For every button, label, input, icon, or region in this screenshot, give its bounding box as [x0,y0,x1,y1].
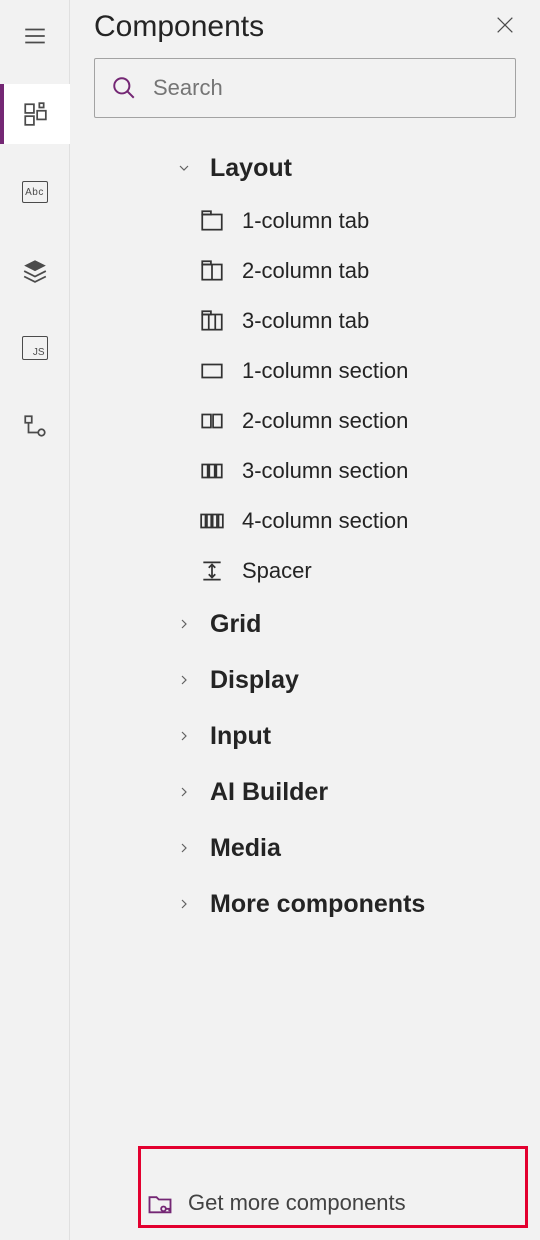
left-nav-rail: Abc JS [0,0,70,1240]
chevron-right-icon [174,838,194,858]
nav-js-button[interactable]: JS [0,318,70,378]
group-label: Grid [210,610,261,639]
two-column-section-icon [198,407,226,435]
three-column-tab-icon [198,307,226,335]
chevron-down-icon [174,158,194,178]
group-label: Display [210,666,299,695]
item-label: 3-column tab [242,308,369,334]
group-grid[interactable]: Grid [88,596,522,652]
layers-icon [22,257,48,283]
group-label: Media [210,834,281,863]
one-column-section-icon [198,357,226,385]
panel-footer: Get more components [70,1166,540,1240]
item-4-column-section[interactable]: 4-column section [88,496,522,546]
item-label: 2-column section [242,408,408,434]
chevron-right-icon [174,670,194,690]
nav-text-button[interactable]: Abc [0,162,70,222]
item-label: 1-column tab [242,208,369,234]
item-2-column-tab[interactable]: 2-column tab [88,246,522,296]
four-column-section-icon [198,507,226,535]
item-1-column-tab[interactable]: 1-column tab [88,196,522,246]
components-icon [22,101,48,127]
panel-title: Components [94,10,264,44]
group-label: AI Builder [210,778,328,807]
footer-label: Get more components [188,1190,406,1216]
chevron-right-icon [174,726,194,746]
spacer-icon [198,557,226,585]
group-label: More components [210,890,425,919]
item-label: 1-column section [242,358,408,384]
close-icon [494,14,516,36]
group-layout[interactable]: Layout [88,140,522,196]
close-panel-button[interactable] [494,14,516,41]
item-2-column-section[interactable]: 2-column section [88,396,522,446]
group-label: Input [210,722,271,751]
three-column-section-icon [198,457,226,485]
component-tree: Layout 1-column tab 2-column tab 3-colum… [70,136,540,1166]
search-input[interactable] [151,74,499,102]
group-label: Layout [210,154,292,183]
folder-key-icon [146,1189,174,1217]
item-spacer[interactable]: Spacer [88,546,522,596]
nav-components-button[interactable] [0,84,70,144]
components-panel: Components Layout 1 [70,0,540,1240]
chevron-right-icon [174,782,194,802]
group-input[interactable]: Input [88,708,522,764]
js-icon: JS [22,336,48,360]
search-icon [111,75,137,101]
tree-icon [22,413,48,439]
item-3-column-tab[interactable]: 3-column tab [88,296,522,346]
chevron-right-icon [174,614,194,634]
two-column-tab-icon [198,257,226,285]
nav-tree-button[interactable] [0,396,70,456]
abc-icon: Abc [22,181,48,203]
hamburger-menu-button[interactable] [0,6,70,66]
item-label: Spacer [242,558,312,584]
search-box[interactable] [94,58,516,118]
group-display[interactable]: Display [88,652,522,708]
one-column-tab-icon [198,207,226,235]
item-label: 2-column tab [242,258,369,284]
chevron-right-icon [174,894,194,914]
get-more-components-button[interactable]: Get more components [146,1189,406,1217]
item-label: 3-column section [242,458,408,484]
group-ai-builder[interactable]: AI Builder [88,764,522,820]
group-media[interactable]: Media [88,820,522,876]
item-3-column-section[interactable]: 3-column section [88,446,522,496]
group-more-components[interactable]: More components [88,876,522,932]
item-1-column-section[interactable]: 1-column section [88,346,522,396]
nav-layers-button[interactable] [0,240,70,300]
hamburger-icon [22,23,48,49]
item-label: 4-column section [242,508,408,534]
